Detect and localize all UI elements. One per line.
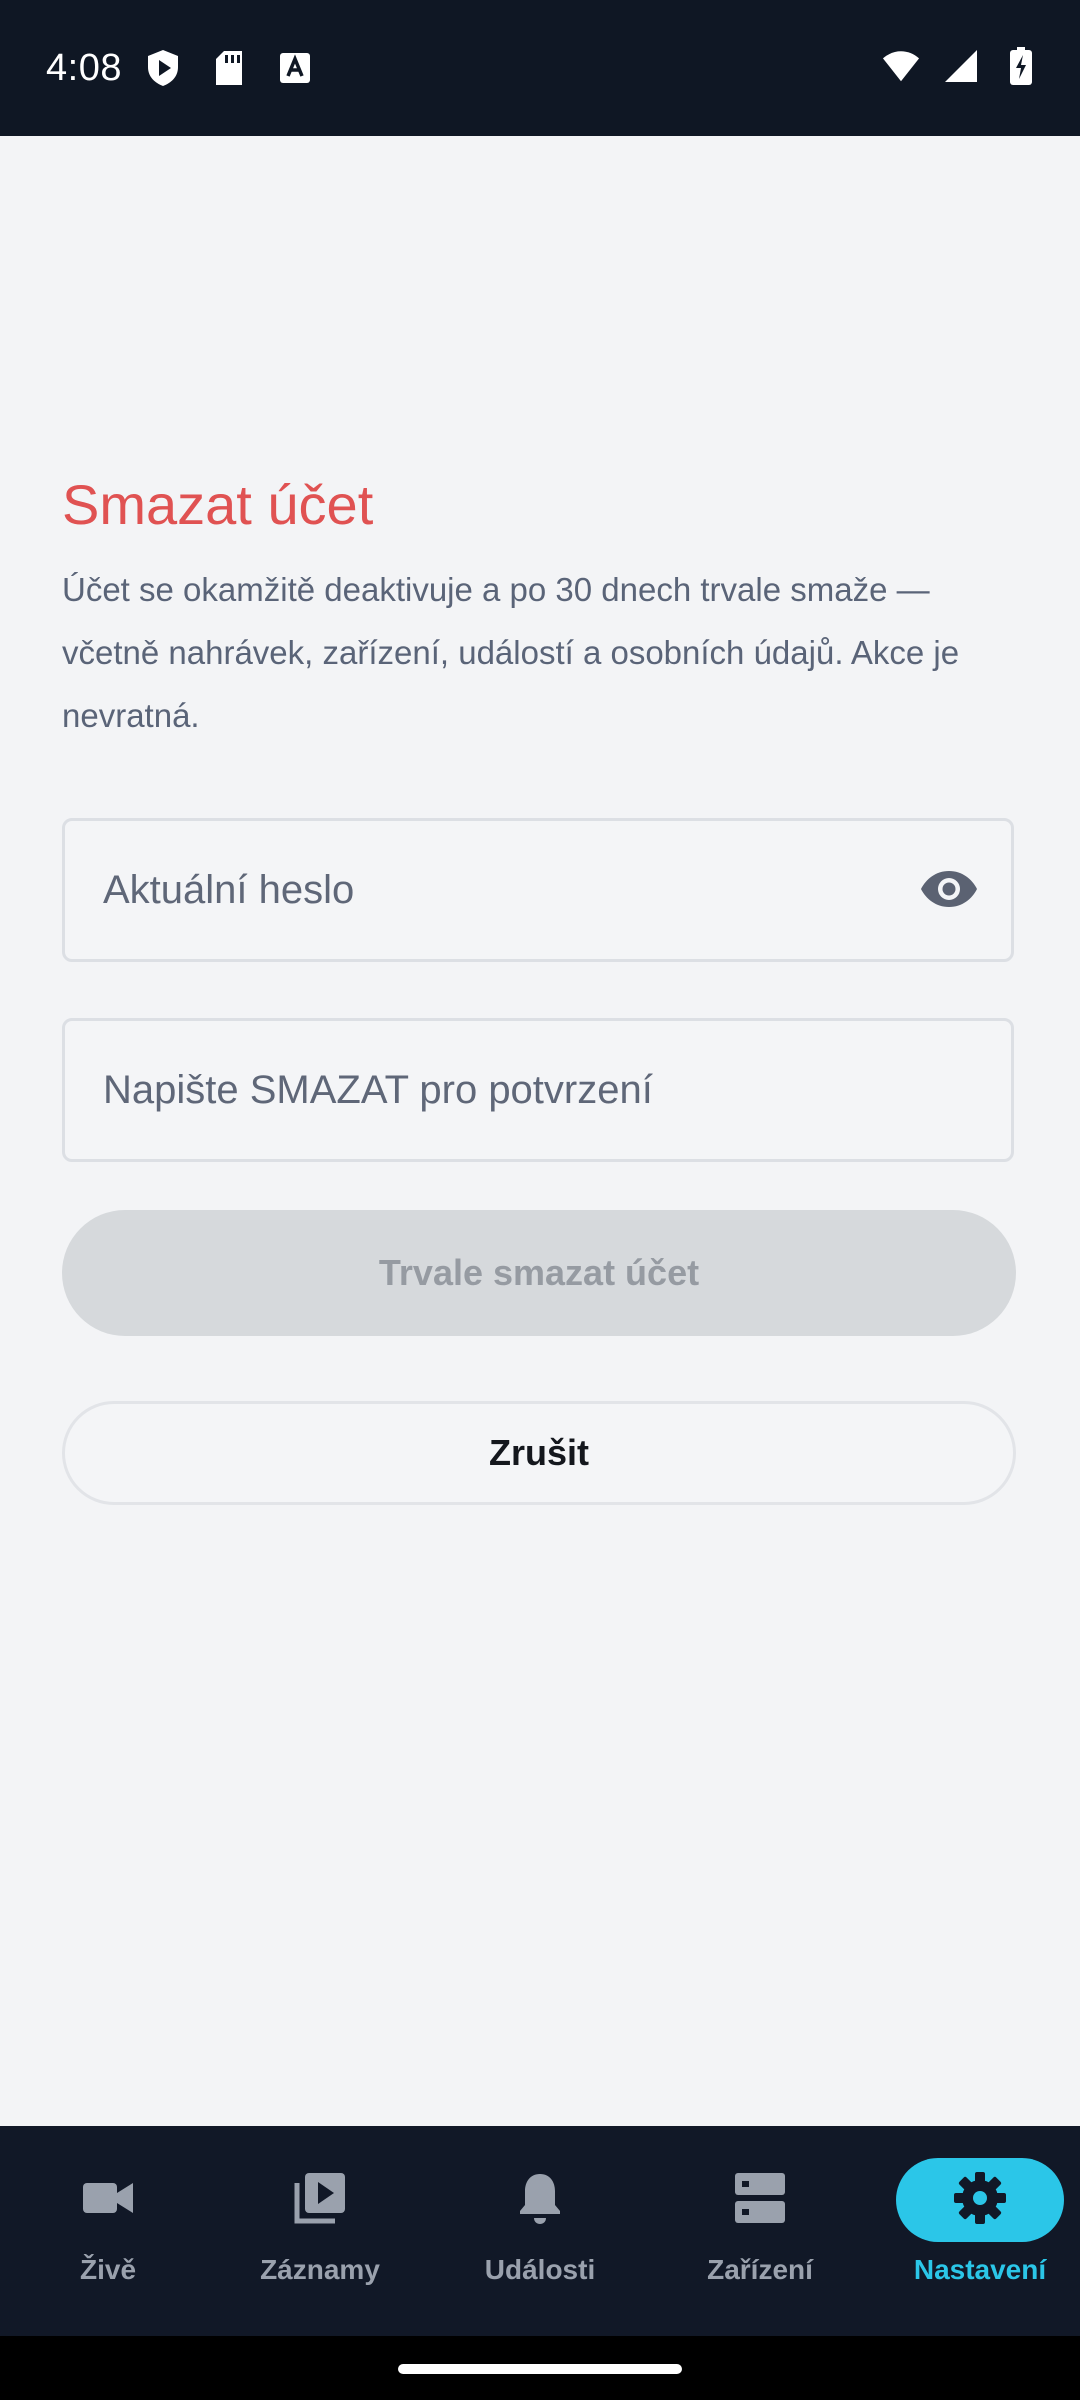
nav-label-devices: Zařízení <box>707 2254 813 2285</box>
status-time: 4:08 <box>46 47 122 89</box>
show-password-eye-icon[interactable] <box>917 857 981 921</box>
nav-label-live: Živě <box>79 2254 137 2285</box>
nav-item-devices[interactable]: Zařízení <box>652 2126 868 2336</box>
status-bar: 4:08 <box>0 0 1080 136</box>
video-camera-icon <box>83 2181 133 2220</box>
nav-item-live[interactable]: Živě <box>0 2126 216 2336</box>
storage-icon <box>735 2172 785 2228</box>
wifi-icon <box>882 46 920 86</box>
font-a-icon <box>276 48 314 88</box>
nav-item-settings[interactable]: Nastavení <box>872 2126 1080 2336</box>
nav-label-events: Události <box>484 2254 596 2285</box>
status-left-icons <box>144 48 314 88</box>
battery-charging-icon <box>1002 46 1040 86</box>
sd-card-icon <box>210 48 248 88</box>
permanently-delete-button[interactable]: Trvale smazat účet <box>62 1210 1016 1336</box>
video-library-icon <box>293 2171 347 2230</box>
status-right-icons <box>882 46 1040 86</box>
signal-icon <box>942 46 980 86</box>
bottom-navigation: Živě Záznamy Události Zařízení Nastavení <box>0 2126 1080 2336</box>
page-description: Účet se okamžitě deaktivuje a po 30 dnec… <box>62 571 960 734</box>
gear-icon <box>953 2171 1007 2230</box>
page-title: Smazat účet <box>62 473 374 536</box>
shield-play-icon <box>144 48 182 88</box>
nav-item-events[interactable]: Události <box>432 2126 648 2336</box>
confirm-delete-input[interactable] <box>103 1021 923 1159</box>
bell-icon <box>518 2171 562 2230</box>
home-indicator[interactable] <box>398 2364 682 2374</box>
cancel-button[interactable]: Zrušit <box>62 1401 1016 1505</box>
password-field[interactable] <box>62 818 1014 962</box>
password-input[interactable] <box>103 821 923 959</box>
gesture-navigation-area <box>0 2336 1080 2400</box>
confirm-delete-field[interactable] <box>62 1018 1014 1162</box>
nav-item-recordings[interactable]: Záznamy <box>212 2126 428 2336</box>
nav-label-recordings: Záznamy <box>260 2254 380 2285</box>
nav-label-settings: Nastavení <box>913 2254 1047 2285</box>
